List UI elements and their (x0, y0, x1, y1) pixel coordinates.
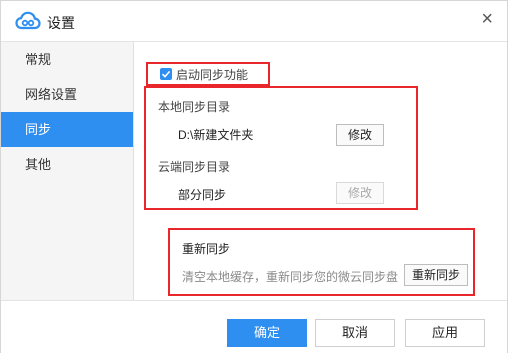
resync-title: 重新同步 (182, 242, 231, 256)
cancel-button[interactable]: 取消 (315, 319, 395, 347)
sidebar-item-other[interactable]: 其他 (1, 147, 133, 182)
title-bar: 设置 × (1, 1, 507, 42)
enable-sync-checkbox[interactable] (160, 68, 172, 80)
local-dir-title: 本地同步目录 (158, 100, 231, 114)
sidebar-item-label: 其他 (25, 157, 52, 172)
resync-group: 重新同步 清空本地缓存，重新同步您的微云同步盘 重新同步 (168, 228, 475, 296)
sidebar-item-network[interactable]: 网络设置 (1, 77, 133, 112)
dialog-footer: 确定 取消 应用 (1, 300, 507, 353)
sidebar-item-label: 常规 (25, 52, 52, 67)
settings-dialog: 设置 × 常规 网络设置 同步 其他 启动同步功能 本地同步目录 D:\新建文件 (0, 0, 508, 353)
local-dir-modify-button[interactable]: 修改 (336, 124, 384, 146)
settings-sidebar: 常规 网络设置 同步 其他 (1, 42, 134, 300)
sidebar-item-sync[interactable]: 同步 (1, 112, 133, 147)
window-title: 设置 (47, 15, 75, 31)
checkmark-icon (161, 70, 171, 78)
cloud-icon (15, 11, 41, 30)
sidebar-item-general[interactable]: 常规 (1, 42, 133, 77)
close-icon[interactable]: × (481, 9, 493, 29)
sidebar-item-label: 同步 (25, 122, 52, 137)
sync-settings-panel: 启动同步功能 本地同步目录 D:\新建文件夹 修改 云端同步目录 部分同步 修改… (134, 42, 507, 300)
enable-sync-checkbox-row[interactable]: 启动同步功能 (146, 62, 270, 86)
cloud-dir-value: 部分同步 (178, 188, 227, 202)
sidebar-item-label: 网络设置 (25, 87, 78, 102)
resync-button[interactable]: 重新同步 (404, 264, 468, 286)
local-dir-path: D:\新建文件夹 (178, 128, 254, 142)
resync-description: 清空本地缓存，重新同步您的微云同步盘 (182, 270, 399, 284)
enable-sync-label: 启动同步功能 (176, 67, 249, 82)
cloud-dir-title: 云端同步目录 (158, 160, 231, 174)
apply-button[interactable]: 应用 (405, 319, 485, 347)
cloud-dir-modify-button[interactable]: 修改 (336, 182, 384, 204)
confirm-button[interactable]: 确定 (227, 319, 307, 347)
sync-directory-group: 本地同步目录 D:\新建文件夹 修改 云端同步目录 部分同步 修改 (144, 86, 418, 210)
